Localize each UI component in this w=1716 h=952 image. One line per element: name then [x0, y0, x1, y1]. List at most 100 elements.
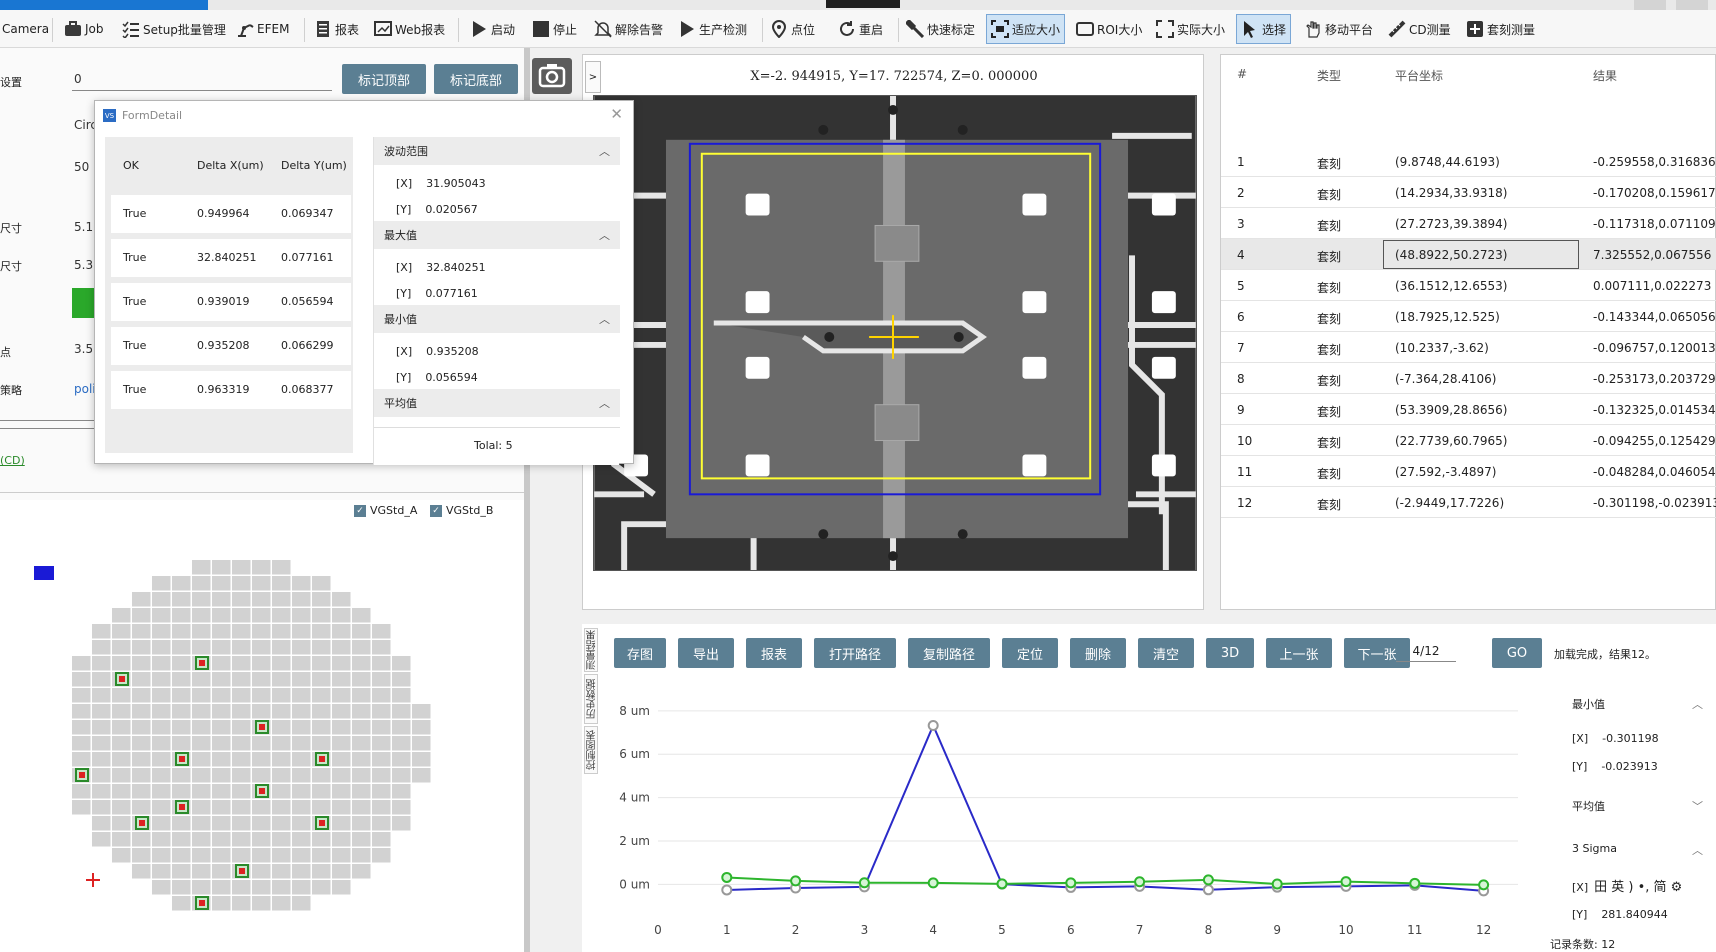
wafer-die[interactable]: [172, 704, 191, 719]
wafer-die[interactable]: [132, 800, 151, 815]
bottom-button[interactable]: 删除: [1070, 638, 1126, 668]
table-row[interactable]: True 0.939019 0.056594: [111, 283, 351, 321]
wafer-die[interactable]: [332, 720, 351, 735]
minimize-button[interactable]: [1634, 0, 1666, 10]
bottom-button[interactable]: 3D: [1206, 638, 1254, 668]
wafer-die[interactable]: [92, 624, 111, 639]
wafer-die[interactable]: [272, 608, 291, 623]
wafer-die[interactable]: [392, 672, 411, 687]
wafer-die[interactable]: [352, 688, 371, 703]
data-point[interactable]: [721, 871, 733, 883]
data-point[interactable]: [1340, 876, 1352, 888]
wafer-die[interactable]: [212, 672, 231, 687]
wafer-die[interactable]: [312, 768, 331, 783]
wafer-die[interactable]: [92, 704, 111, 719]
wafer-die[interactable]: [332, 608, 351, 623]
close-icon[interactable]: ✕: [610, 105, 623, 123]
wafer-die[interactable]: [92, 720, 111, 735]
table-row[interactable]: True 0.963319 0.068377: [111, 371, 351, 409]
stat-section-min[interactable]: 最小值 ︿: [374, 305, 620, 333]
wafer-die[interactable]: [332, 592, 351, 607]
wafer-die[interactable]: [372, 832, 391, 847]
wafer-die[interactable]: [192, 560, 211, 575]
wafer-die[interactable]: [292, 896, 311, 911]
mark-top-button[interactable]: 标记顶部: [342, 64, 426, 94]
wafer-die[interactable]: [192, 816, 211, 831]
wafer-die[interactable]: [252, 656, 271, 671]
wafer-die[interactable]: [252, 768, 271, 783]
wafer-die[interactable]: [292, 832, 311, 847]
wafer-die[interactable]: [192, 752, 211, 767]
wafer-die[interactable]: [272, 800, 291, 815]
toolbar-setup[interactable]: Setup批量管理: [122, 14, 226, 44]
wafer-die[interactable]: [112, 720, 131, 735]
wafer-die[interactable]: [172, 576, 191, 591]
wafer-die[interactable]: [132, 672, 151, 687]
wafer-die[interactable]: [272, 816, 291, 831]
toolbar-overlay-measure[interactable]: 套刻测量: [1466, 14, 1535, 44]
wafer-die[interactable]: [312, 736, 331, 751]
wafer-die[interactable]: [292, 624, 311, 639]
wafer-die[interactable]: [292, 816, 311, 831]
data-point[interactable]: [790, 875, 802, 887]
wafer-die[interactable]: [272, 848, 291, 863]
wafer-die[interactable]: [132, 768, 151, 783]
wafer-die[interactable]: [152, 736, 171, 751]
wafer-die[interactable]: [112, 640, 131, 655]
wafer-die[interactable]: [392, 800, 411, 815]
wafer-die[interactable]: [312, 832, 331, 847]
wafer-die[interactable]: [312, 576, 331, 591]
wafer-die[interactable]: [192, 624, 211, 639]
wafer-die[interactable]: [312, 704, 331, 719]
wafer-die[interactable]: [312, 864, 331, 879]
wafer-die[interactable]: [232, 576, 251, 591]
wafer-die[interactable]: [152, 752, 171, 767]
wafer-die[interactable]: [112, 736, 131, 751]
wafer-die[interactable]: [272, 624, 291, 639]
wafer-die[interactable]: [352, 784, 371, 799]
wafer-die[interactable]: [212, 592, 231, 607]
side-stat-sigma-header[interactable]: 3 Sigma ︿: [1572, 842, 1703, 857]
pcb-image[interactable]: [593, 95, 1197, 571]
wafer-die[interactable]: [312, 848, 331, 863]
wafer-die[interactable]: [152, 656, 171, 671]
wafer-die[interactable]: [172, 592, 191, 607]
form-detail-dialog[interactable]: VS FormDetail ✕ OK Delta X(um) Delta Y(um…: [94, 100, 634, 465]
wafer-die[interactable]: [272, 736, 291, 751]
wafer-die[interactable]: [372, 720, 391, 735]
wafer-die[interactable]: [312, 592, 331, 607]
wafer-die[interactable]: [312, 608, 331, 623]
wafer-die[interactable]: [212, 896, 231, 911]
data-point[interactable]: [1202, 874, 1214, 886]
wafer-die[interactable]: [252, 816, 271, 831]
wafer-die[interactable]: [232, 816, 251, 831]
wafer-die[interactable]: [72, 672, 91, 687]
wafer-die[interactable]: [332, 752, 351, 767]
wafer-die[interactable]: [392, 736, 411, 751]
wafer-die[interactable]: [232, 608, 251, 623]
wafer-die[interactable]: [232, 848, 251, 863]
wafer-die[interactable]: [412, 736, 431, 751]
bottom-button[interactable]: 导出: [678, 638, 734, 668]
wafer-die[interactable]: [232, 720, 251, 735]
toolbar-cd-measure[interactable]: CD测量: [1388, 14, 1451, 44]
wafer-die[interactable]: [92, 656, 111, 671]
wafer-die[interactable]: [352, 832, 371, 847]
wafer-die[interactable]: [92, 800, 111, 815]
wafer-die[interactable]: [292, 688, 311, 703]
wafer-die[interactable]: [332, 640, 351, 655]
wafer-die[interactable]: [192, 672, 211, 687]
wafer-die[interactable]: [292, 864, 311, 879]
vgstd-b-option[interactable]: ✓ VGStd_B: [430, 504, 493, 517]
wafer-die[interactable]: [212, 784, 231, 799]
wafer-die[interactable]: [272, 640, 291, 655]
wafer-die[interactable]: [372, 640, 391, 655]
wafer-die[interactable]: [172, 608, 191, 623]
go-button[interactable]: GO: [1492, 638, 1542, 668]
wafer-die[interactable]: [332, 672, 351, 687]
wafer-die[interactable]: [172, 816, 191, 831]
wafer-die[interactable]: [132, 848, 151, 863]
wafer-die[interactable]: [292, 848, 311, 863]
wafer-die[interactable]: [72, 736, 91, 751]
wafer-die[interactable]: [312, 720, 331, 735]
